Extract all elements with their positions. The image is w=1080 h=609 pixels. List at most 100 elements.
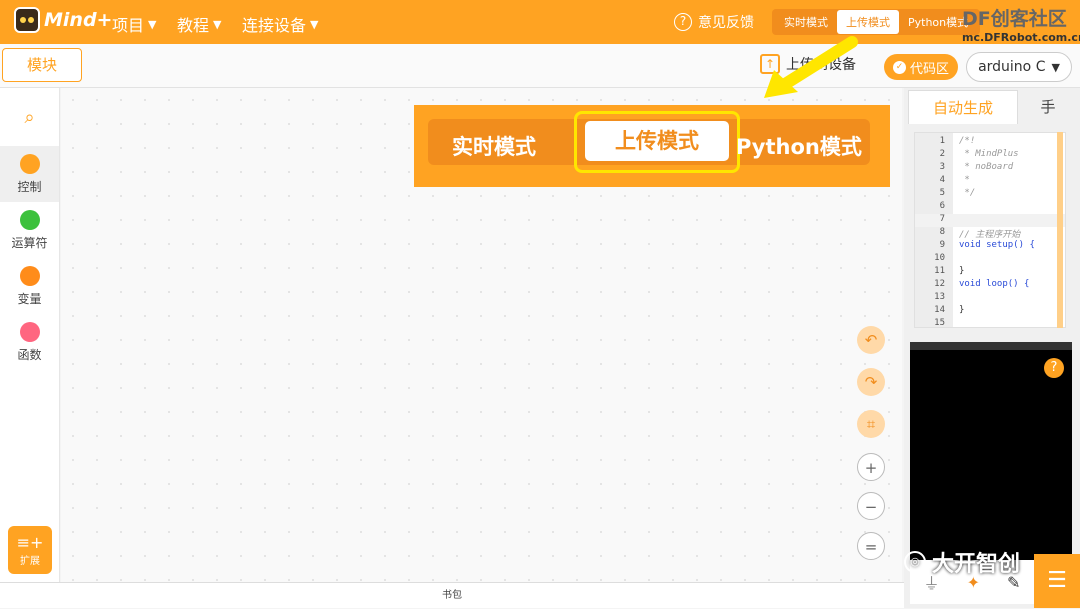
watermark-title: DF创客社区	[962, 8, 1067, 30]
overlay-watermark-text: 大开智创	[932, 552, 1021, 577]
robot-logo-icon	[14, 7, 40, 33]
callout-upload-highlight: 上传模式	[574, 111, 740, 173]
wechat-icon: ◎	[904, 551, 926, 573]
category-dot	[19, 153, 40, 174]
caret-down-icon: ▼	[310, 17, 319, 31]
sub-bar: 模块 ↑ 上传到设备 ✓ 代码区 arduino C ▼	[0, 44, 1080, 88]
zoom-out-icon[interactable]: −	[857, 492, 885, 520]
zoom-reset-icon[interactable]: =	[857, 532, 885, 560]
code-line: 7	[915, 214, 1065, 227]
caret-down-icon: ▼	[1051, 60, 1060, 74]
undo-icon[interactable]: ↶	[857, 326, 885, 354]
line-number: 15	[934, 318, 945, 328]
app-logo-text: Mind+	[44, 9, 113, 31]
menu-label: 教程	[177, 16, 210, 35]
code-line: 6	[915, 201, 1065, 214]
search-icon[interactable]: ⌕	[0, 88, 59, 146]
line-number: 4	[939, 175, 945, 185]
code-line: 9 void setup() {	[915, 240, 1065, 253]
line-number: 9	[939, 240, 945, 250]
extension-label: 扩展	[20, 556, 40, 567]
code-text: void setup() {	[959, 240, 1035, 250]
category-dot	[19, 265, 40, 286]
extension-icon: ≡+	[16, 533, 44, 552]
category-operators[interactable]: 运算符	[0, 202, 59, 258]
category-control[interactable]: 控制	[0, 146, 59, 202]
block-category-sidebar: ⌕ 控制 运算符 变量 函数 ≡+ 扩展	[0, 88, 60, 582]
pointer-arrow-icon	[764, 36, 858, 98]
watermark-dfrobot: DF创客社区 mc.DFRobot.com.cn	[962, 4, 1080, 44]
zoom-in-icon[interactable]: +	[857, 453, 885, 481]
menu-tutorial[interactable]: 教程 ▼	[177, 12, 221, 36]
line-number: 11	[934, 266, 945, 276]
help-icon[interactable]: ?	[1044, 358, 1064, 378]
code-text: */	[959, 188, 976, 198]
code-text: // 主程序开始	[959, 230, 1021, 240]
tab-auto-generate[interactable]: 自动生成	[908, 90, 1018, 124]
code-area-label: 代码区	[909, 61, 949, 77]
line-number: 12	[934, 279, 945, 289]
code-text: * noBoard	[959, 162, 1014, 172]
category-functions[interactable]: 函数	[0, 314, 59, 370]
code-line: 14}	[915, 305, 1065, 318]
callout-inner: 实时模式 上传模式 Python模式	[428, 111, 870, 173]
app-logo: Mind+	[14, 7, 112, 33]
feedback-button[interactable]: ? 意见反馈	[674, 12, 754, 32]
code-line: 5 */	[915, 188, 1065, 201]
category-label: 函数	[17, 347, 42, 362]
code-line: 10	[915, 253, 1065, 266]
line-number: 2	[939, 149, 945, 159]
code-line: 3 * noBoard	[915, 162, 1065, 175]
category-dot	[19, 209, 40, 230]
check-icon: ✓	[892, 60, 906, 74]
code-text: /*!	[959, 136, 976, 146]
line-number: 14	[934, 305, 945, 315]
menu-label: 连接设备	[242, 16, 307, 35]
callout-upload: 上传模式	[585, 121, 729, 161]
tab-blocks[interactable]: 模块	[2, 48, 82, 82]
line-number: 6	[939, 201, 945, 211]
code-line: 4 *	[915, 175, 1065, 188]
category-dot	[19, 321, 40, 342]
menu-list-icon[interactable]: ☰	[1034, 554, 1080, 608]
board-select-value: arduino C	[978, 59, 1046, 75]
crop-icon[interactable]: ⌗	[857, 410, 885, 438]
code-line: 2 * MindPlus	[915, 149, 1065, 162]
line-number: 3	[939, 162, 945, 172]
code-line: 8 // 主程序开始	[915, 227, 1065, 240]
code-line: 12 void loop() {	[915, 279, 1065, 292]
code-line: 15	[915, 318, 1065, 328]
callout-python: Python模式	[736, 135, 862, 159]
category-variables[interactable]: 变量	[0, 258, 59, 314]
line-number: 8	[939, 227, 945, 237]
code-editor[interactable]: 1/*! 2 * MindPlus 3 * noBoard 4 * 5 */6 7 8// …	[914, 132, 1066, 328]
code-area-toggle[interactable]: ✓ 代码区	[884, 54, 958, 80]
caret-down-icon: ▼	[148, 17, 157, 31]
overlay-watermark: ◎ 大开智创	[904, 546, 1020, 578]
extension-button[interactable]: ≡+ 扩展	[8, 526, 52, 574]
code-text: *	[959, 175, 970, 185]
feedback-label: 意见反馈	[698, 15, 754, 31]
watermark-url: mc.DFRobot.com.cn	[962, 31, 1080, 44]
line-number: 1	[939, 136, 945, 146]
menu-label: 项目	[112, 16, 145, 35]
code-text: void loop() {	[959, 279, 1030, 289]
menu-project[interactable]: 项目 ▼	[112, 12, 156, 36]
top-bar: Mind+ 项目 ▼ 教程 ▼ 连接设备 ▼ ? 意见反馈 实时模式 上传模式 Pyt…	[0, 0, 1080, 44]
board-select[interactable]: arduino C ▼	[966, 52, 1072, 82]
line-number: 10	[934, 253, 945, 263]
code-text: }	[959, 266, 965, 276]
code-text: }	[959, 305, 965, 315]
question-icon: ?	[674, 13, 692, 31]
tab-manual[interactable]: 手	[1018, 90, 1078, 124]
code-line: 11}	[915, 266, 1065, 279]
code-scrollbar[interactable]	[1057, 132, 1063, 328]
line-number: 13	[934, 292, 945, 302]
code-line: 1 /*!	[915, 136, 1065, 149]
category-label: 控制	[17, 179, 42, 194]
callout-realtime: 实时模式	[452, 135, 536, 159]
menu-connect-device[interactable]: 连接设备 ▼	[242, 12, 318, 36]
backpack-bar[interactable]: 书包	[0, 582, 904, 608]
mode-switch-callout: 实时模式 上传模式 Python模式	[414, 105, 890, 187]
redo-icon[interactable]: ↷	[857, 368, 885, 396]
